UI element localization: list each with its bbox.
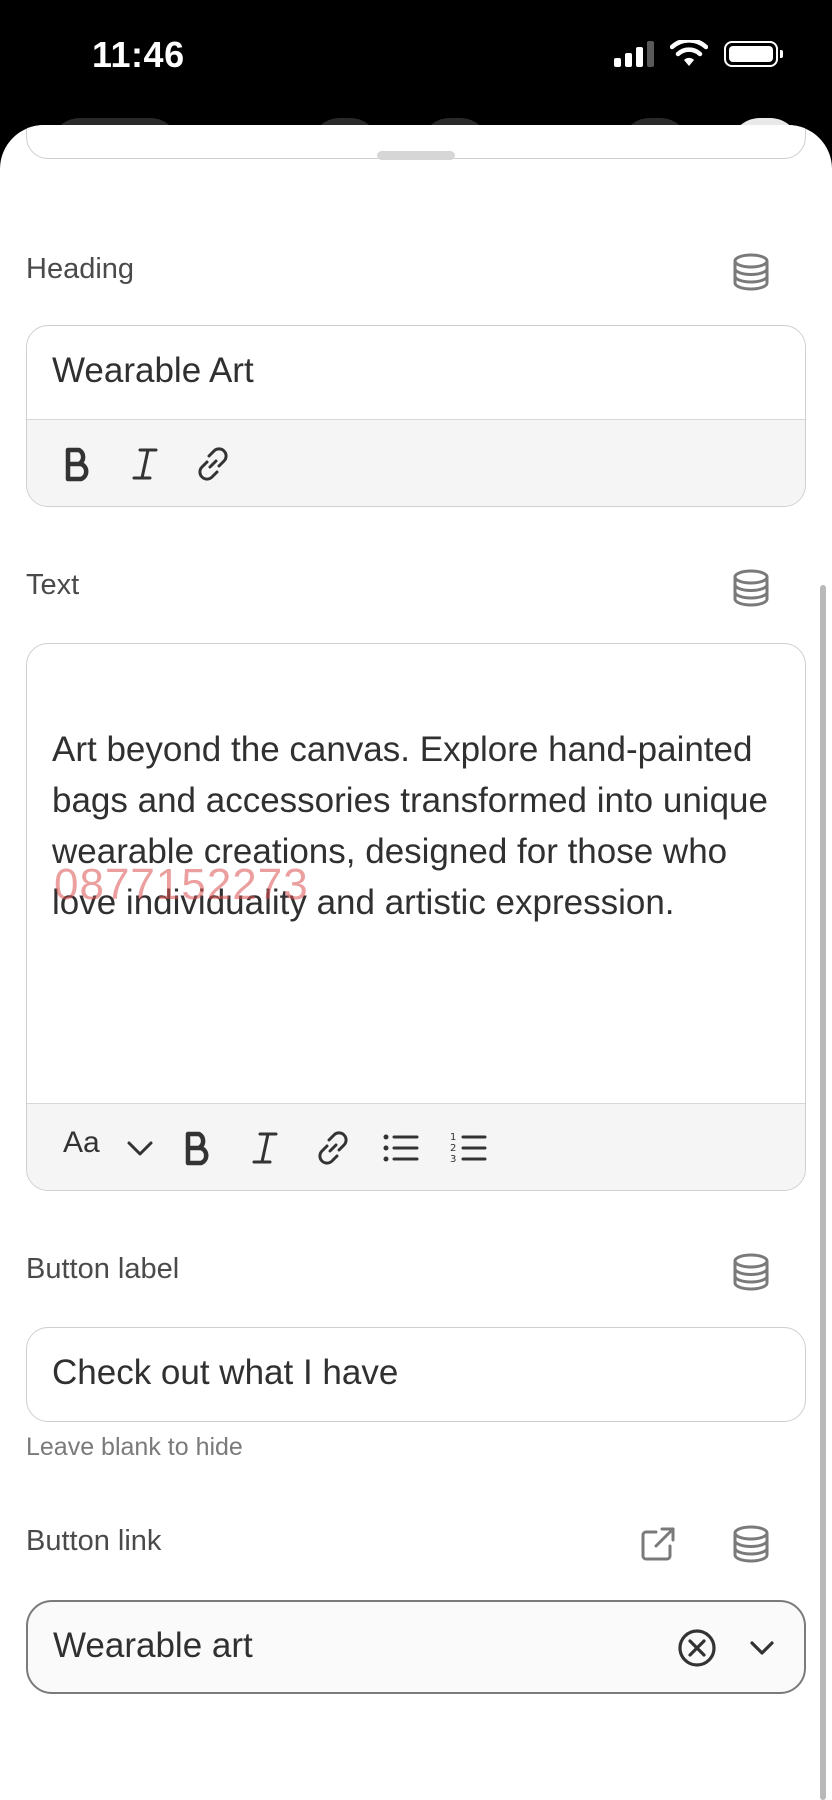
database-icon[interactable] <box>731 568 771 608</box>
button-label-box: Check out what I have <box>26 1327 806 1422</box>
bullet-list-icon[interactable] <box>381 1128 421 1168</box>
text-editor: Art beyond the canvas. Explore hand-pain… <box>26 643 806 1191</box>
database-icon[interactable] <box>731 1524 771 1564</box>
numbered-list-icon[interactable]: 123 <box>449 1128 489 1168</box>
status-bar: 11:46 <box>0 0 832 125</box>
button-link-select[interactable]: Wearable art <box>26 1600 806 1694</box>
text-format-label[interactable]: Aa <box>63 1126 100 1160</box>
button-label-hint: Leave blank to hide <box>26 1433 243 1461</box>
database-icon[interactable] <box>731 252 771 292</box>
heading-label: Heading <box>26 253 135 285</box>
italic-icon[interactable] <box>125 444 165 484</box>
status-icons <box>614 40 783 68</box>
clear-circle-icon[interactable] <box>676 1627 718 1669</box>
svg-text:1: 1 <box>450 1132 456 1143</box>
italic-icon[interactable] <box>245 1128 285 1168</box>
bottom-sheet: Heading Wearable Art Text Art beyond the… <box>0 125 832 1800</box>
sheet-grabber[interactable] <box>377 151 455 160</box>
status-time: 11:46 <box>92 34 185 75</box>
bold-icon[interactable] <box>177 1128 217 1168</box>
text-label: Text <box>26 569 80 601</box>
svg-text:3: 3 <box>450 1154 456 1165</box>
heading-input[interactable]: Wearable Art <box>52 351 254 391</box>
heading-toolbar <box>27 419 805 506</box>
wifi-icon <box>670 40 708 66</box>
scrollbar[interactable] <box>820 585 826 1800</box>
button-link-label: Button link <box>26 1525 162 1557</box>
chevron-down-icon[interactable] <box>742 1628 782 1668</box>
database-icon[interactable] <box>731 1252 771 1292</box>
external-link-icon[interactable] <box>638 1524 678 1564</box>
link-icon[interactable] <box>193 444 233 484</box>
svg-text:2: 2 <box>450 1143 456 1154</box>
signal-icon <box>614 41 654 67</box>
button-label-label: Button label <box>26 1253 180 1285</box>
text-toolbar: Aa 1 2 3 <box>27 1103 805 1190</box>
heading-editor: Wearable Art <box>26 325 806 507</box>
button-label-input[interactable]: Check out what I have <box>52 1353 398 1393</box>
watermark-overlay: 0877152273 <box>54 860 309 909</box>
link-icon[interactable] <box>313 1128 353 1168</box>
button-link-value: Wearable art <box>53 1626 253 1665</box>
battery-icon <box>724 41 783 67</box>
bold-icon[interactable] <box>57 444 97 484</box>
chevron-down-icon[interactable] <box>120 1128 160 1168</box>
